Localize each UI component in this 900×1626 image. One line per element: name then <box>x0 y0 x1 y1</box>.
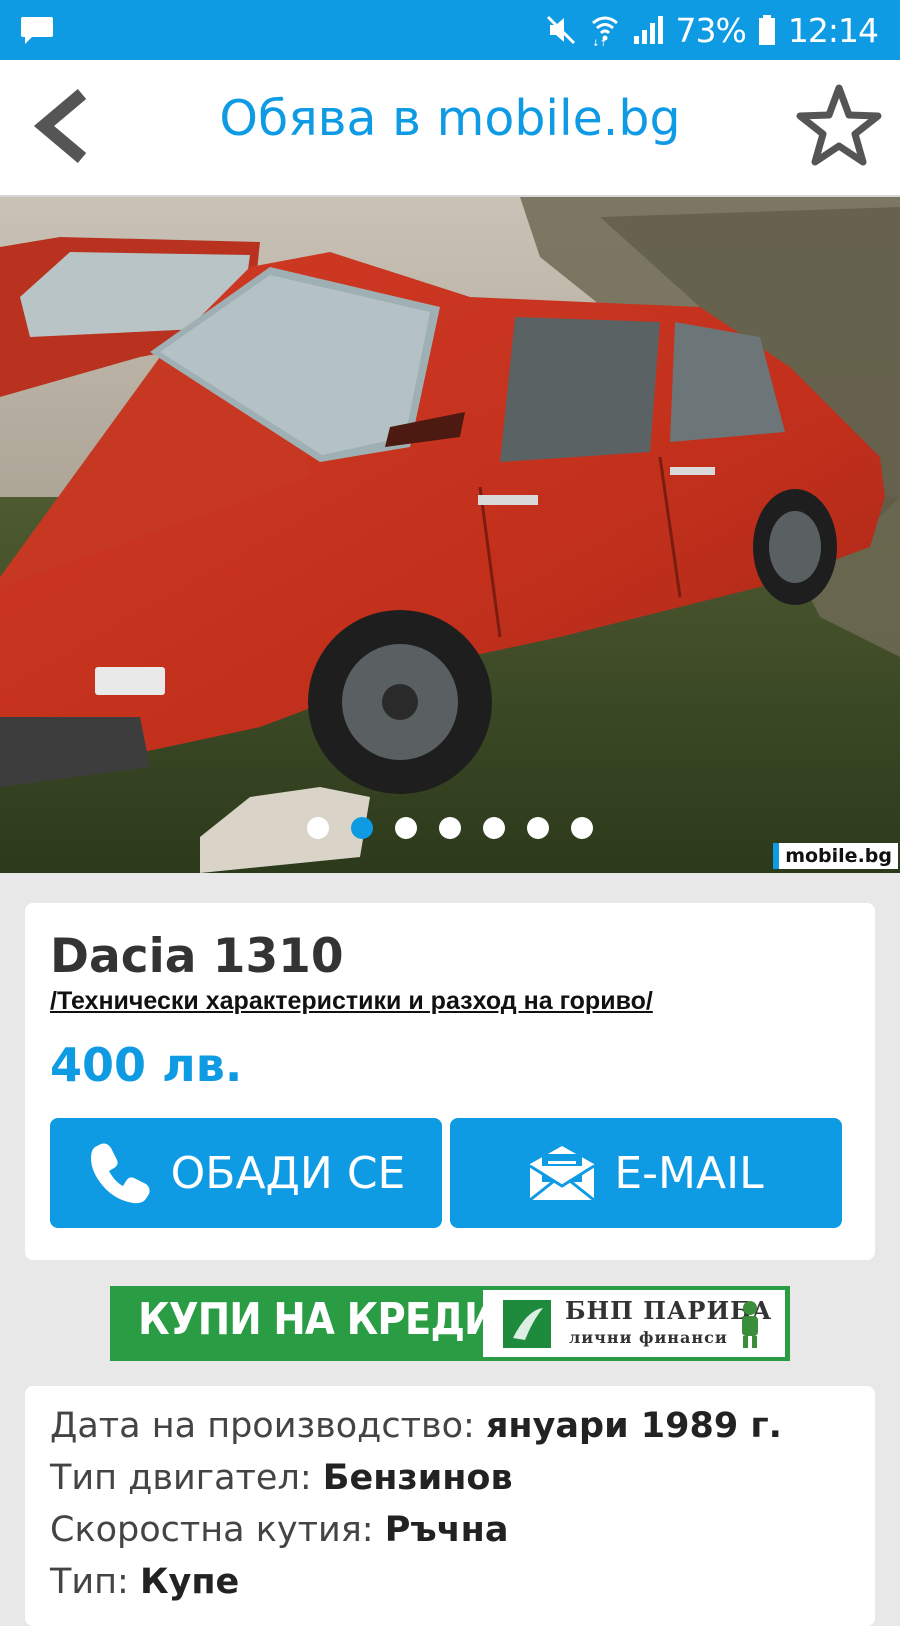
specs-link[interactable]: /Технически характеристики и разход на г… <box>50 987 653 1016</box>
detail-row: Тип: Купе <box>50 1562 239 1602</box>
gallery-dot[interactable] <box>527 817 549 839</box>
photo-watermark: mobile.bg <box>773 843 898 869</box>
page-title: Обява в mobile.bg <box>219 90 681 147</box>
detail-label: Тип двигател: <box>50 1458 312 1498</box>
call-button[interactable]: ОБАДИ СЕ <box>50 1118 442 1228</box>
credit-ad-banner[interactable]: КУПИ НА КРЕДИТ БНП ПАРИБА лични финанси <box>110 1286 790 1361</box>
bank-logo-box: БНП ПАРИБА лични финанси <box>483 1290 785 1357</box>
phone-icon <box>90 1143 150 1204</box>
gallery-dot[interactable] <box>307 817 329 839</box>
battery-percent: 73% <box>675 10 747 50</box>
banner-text: КУПИ НА КРЕДИТ <box>138 1294 522 1345</box>
svg-text:↓↑: ↓↑ <box>592 39 607 47</box>
call-button-label: ОБАДИ СЕ <box>170 1147 406 1199</box>
message-notification-icon <box>21 17 53 44</box>
detail-value: Купе <box>139 1562 240 1602</box>
battery-icon <box>758 15 775 45</box>
detail-label: Скоростна кутия: <box>50 1510 374 1550</box>
gallery-dot[interactable] <box>395 817 417 839</box>
signal-icon <box>633 16 663 44</box>
app-bar: Обява в mobile.bg <box>0 60 900 197</box>
detail-row: Скоростна кутия: Ръчна <box>50 1510 508 1550</box>
gallery-pagination <box>0 817 900 839</box>
detail-row: Тип двигател: Бензинов <box>50 1458 513 1498</box>
detail-value: Бензинов <box>322 1458 513 1498</box>
email-button[interactable]: E-MAIL <box>450 1118 842 1228</box>
detail-label: Дата на производство: <box>50 1406 475 1446</box>
car-photo-illustration <box>0 197 900 873</box>
detail-row: Дата на производство: януари 1989 г. <box>50 1406 782 1446</box>
gallery-dot-active[interactable] <box>351 817 373 839</box>
listing-photo[interactable] <box>0 197 900 873</box>
favorite-star-icon[interactable] <box>796 82 882 168</box>
detail-value: Ръчна <box>384 1510 509 1550</box>
wifi-icon: ↓↑ <box>592 16 618 47</box>
mascot-icon <box>742 1301 758 1348</box>
clock: 12:14 <box>787 10 879 50</box>
gallery-dot[interactable] <box>439 817 461 839</box>
car-name: Dacia 1310 <box>50 929 344 984</box>
gallery-dot[interactable] <box>571 817 593 839</box>
envelope-icon <box>529 1146 596 1202</box>
detail-value: януари 1989 г. <box>485 1406 782 1446</box>
bank-logo-icon <box>503 1300 551 1348</box>
car-price: 400 лв. <box>50 1038 243 1092</box>
email-button-label: E-MAIL <box>614 1147 764 1199</box>
detail-label: Тип: <box>50 1562 129 1602</box>
listing-details-card: Дата на производство: януари 1989 г. Тип… <box>25 1386 875 1626</box>
status-bar: ↓↑ 73% 12:14 <box>0 0 900 60</box>
gallery-dot[interactable] <box>483 817 505 839</box>
bank-subtitle: лични финанси <box>569 1328 728 1347</box>
listing-summary-card: Dacia 1310 /Технически характеристики и … <box>25 903 875 1260</box>
mute-icon <box>546 15 575 45</box>
